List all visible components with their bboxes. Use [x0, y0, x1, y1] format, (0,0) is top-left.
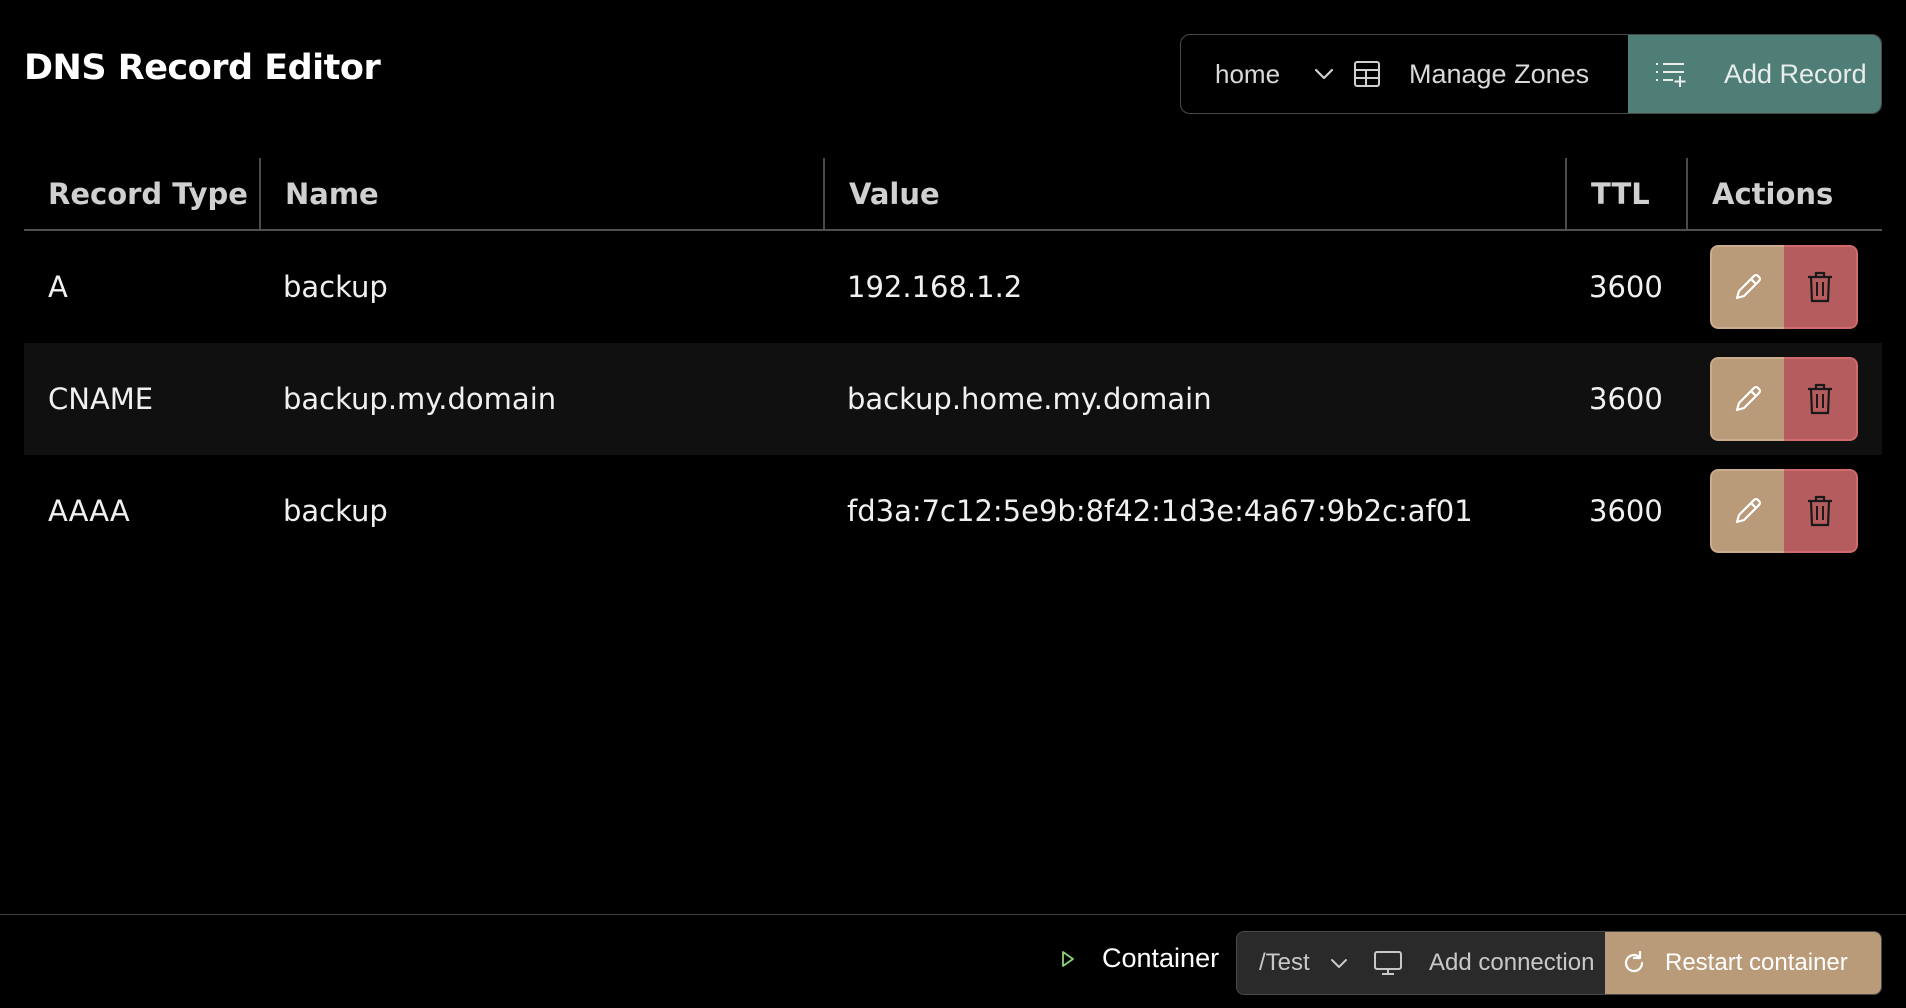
table-row: A backup 192.168.1.2 3600: [24, 231, 1882, 343]
record-name-cell: backup: [283, 494, 388, 528]
record-value-cell: backup.home.my.domain: [847, 382, 1212, 416]
pencil-icon: [1735, 273, 1762, 300]
column-header-name: Name: [259, 158, 823, 229]
record-name-cell: backup.my.domain: [283, 382, 557, 416]
record-name-cell: backup: [283, 270, 388, 304]
delete-button[interactable]: [1784, 245, 1858, 329]
edit-button[interactable]: [1710, 357, 1784, 441]
column-header-record-type: Record Type: [48, 176, 248, 211]
action-group: [1710, 357, 1858, 441]
record-value-cell: fd3a:7c12:5e9b:8f42:1d3e:4a67:9b2c:af01: [847, 494, 1473, 528]
zone-select-value: home: [1215, 58, 1281, 89]
monitor-icon: [1373, 950, 1403, 976]
add-connection-button[interactable]: Add connection: [1373, 932, 1605, 994]
refresh-icon: [1621, 950, 1647, 976]
trash-icon: [1808, 271, 1832, 303]
manage-zones-label: Manage Zones: [1409, 58, 1590, 89]
table-row: CNAME backup.my.domain backup.home.my.do…: [24, 343, 1882, 455]
record-value-cell: 192.168.1.2: [847, 270, 1023, 304]
edit-button[interactable]: [1710, 469, 1784, 553]
pencil-icon: [1735, 497, 1762, 524]
records-table: Record Type Name Value TTL Actions A bac…: [24, 158, 1882, 567]
list-add-icon: [1654, 60, 1688, 88]
path-select[interactable]: /Test: [1237, 932, 1373, 994]
path-select-value: /Test: [1259, 949, 1310, 976]
column-header-value: Value: [823, 158, 1565, 229]
action-group: [1710, 469, 1858, 553]
trash-icon: [1808, 383, 1832, 415]
add-connection-label: Add connection: [1429, 949, 1595, 976]
record-actions-cell: [1686, 455, 1882, 567]
table-icon: [1353, 60, 1381, 88]
page-title: DNS Record Editor: [24, 48, 381, 88]
trash-icon: [1808, 495, 1832, 527]
container-label: Container: [1102, 943, 1220, 973]
manage-zones-button[interactable]: Manage Zones: [1353, 35, 1628, 113]
record-type-cell: AAAA: [48, 494, 130, 528]
restart-container-button[interactable]: Restart container: [1605, 932, 1881, 994]
chevron-down-icon: [1330, 958, 1348, 969]
edit-button[interactable]: [1710, 245, 1784, 329]
chevron-down-icon: [1314, 68, 1334, 80]
play-icon: [1060, 949, 1076, 969]
table-header: Record Type Name Value TTL Actions: [24, 158, 1882, 231]
restart-container-label: Restart container: [1665, 949, 1848, 976]
zone-select[interactable]: home: [1181, 35, 1353, 113]
table-row: AAAA backup fd3a:7c12:5e9b:8f42:1d3e:4a6…: [24, 455, 1882, 567]
record-type-cell: A: [48, 270, 68, 304]
container-status: Container: [1060, 943, 1219, 974]
column-header-actions: Actions: [1686, 158, 1882, 229]
add-record-label: Add Record: [1724, 58, 1867, 89]
pencil-icon: [1735, 385, 1762, 412]
delete-button[interactable]: [1784, 357, 1858, 441]
record-ttl-cell: 3600: [1589, 382, 1663, 416]
record-actions-cell: [1686, 231, 1882, 343]
bottom-bar: Container /Test Add connection Restart c…: [0, 914, 1906, 1008]
delete-button[interactable]: [1784, 469, 1858, 553]
top-toolbar: home Manage Zones Add Record: [1180, 34, 1882, 114]
record-type-cell: CNAME: [48, 382, 154, 416]
record-actions-cell: [1686, 343, 1882, 455]
record-ttl-cell: 3600: [1589, 494, 1663, 528]
record-ttl-cell: 3600: [1589, 270, 1663, 304]
column-header-ttl: TTL: [1565, 158, 1686, 229]
bottom-toolbar: /Test Add connection Restart container: [1236, 931, 1882, 995]
app-root: DNS Record Editor home Manage Zones Add …: [0, 0, 1906, 1008]
action-group: [1710, 245, 1858, 329]
add-record-button[interactable]: Add Record: [1628, 35, 1881, 113]
